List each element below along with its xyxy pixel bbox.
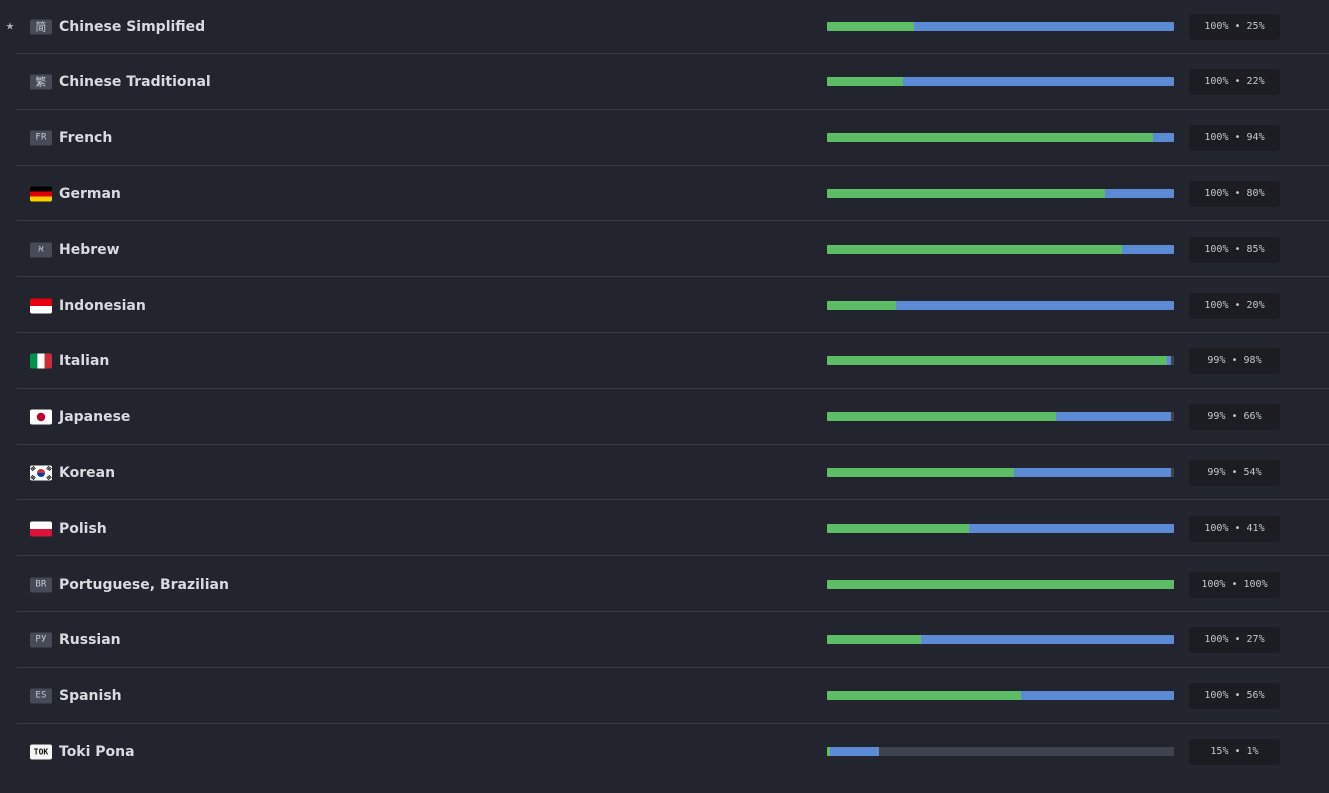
language-code-badge: РУ <box>30 632 52 648</box>
language-code-badge: BR <box>30 577 52 592</box>
language-row[interactable]: Italian 99% • 98% <box>0 334 1329 389</box>
star-icon: ★ <box>5 21 15 32</box>
progress-bar <box>827 188 1174 198</box>
progress-stat: 100% • 25% <box>1189 13 1280 40</box>
language-name[interactable]: Hebrew <box>59 242 120 258</box>
language-row[interactable]: 繁 Chinese Traditional 100% • 22% <box>0 55 1329 110</box>
approved-progress <box>827 244 1122 254</box>
progress-stat: 100% • 94% <box>1189 125 1280 152</box>
germany-flag-icon <box>30 186 52 202</box>
indonesia-flag-icon <box>30 298 52 313</box>
language-name[interactable]: Polish <box>59 521 107 537</box>
approved-progress <box>827 412 1057 422</box>
approved-progress <box>827 300 897 310</box>
language-row[interactable]: TOK Toki Pona 15% • 1% <box>0 724 1329 779</box>
progress-stat: 100% • 56% <box>1189 683 1280 710</box>
progress-bar <box>827 21 1174 31</box>
language-name[interactable]: Portuguese, Brazilian <box>59 577 229 593</box>
progress-stat: 100% • 100% <box>1189 571 1280 598</box>
language-row[interactable]: Polish 100% • 41% <box>0 501 1329 557</box>
language-name[interactable]: German <box>59 186 121 202</box>
progress-stat: 100% • 85% <box>1189 236 1280 263</box>
language-code-badge: FR <box>30 130 52 146</box>
language-name[interactable]: Chinese Traditional <box>59 74 211 90</box>
approved-progress <box>827 467 1015 477</box>
approved-progress <box>827 523 970 533</box>
progress-stat: 100% • 20% <box>1189 292 1280 319</box>
progress-bar <box>827 691 1174 701</box>
language-row[interactable]: German 100% • 80% <box>0 166 1329 222</box>
language-list: ★ 简 Chinese Simplified 100% • 25% 繁 Chinese T… <box>0 0 1329 793</box>
progress-bar <box>827 77 1174 87</box>
poland-flag-icon <box>30 521 52 537</box>
progress-bar <box>827 467 1174 477</box>
approved-progress <box>827 579 1174 589</box>
language-row[interactable]: Korean 99% • 54% <box>0 445 1329 501</box>
progress-bar <box>827 356 1174 366</box>
language-row[interactable]: Japanese 99% • 66% <box>0 390 1329 445</box>
japan-flag-icon <box>30 409 52 425</box>
language-name[interactable]: Russian <box>59 632 121 648</box>
progress-stat: 100% • 41% <box>1189 515 1280 542</box>
approved-progress <box>827 77 904 87</box>
language-row[interactable]: РУ Russian 100% • 27% <box>0 613 1329 668</box>
language-name[interactable]: Italian <box>59 353 109 369</box>
language-name[interactable]: Chinese Simplified <box>59 19 205 35</box>
progress-stat: 100% • 22% <box>1189 69 1280 96</box>
progress-stat: 100% • 27% <box>1189 627 1280 654</box>
language-code-badge: א <box>30 242 52 258</box>
approved-progress <box>827 188 1105 198</box>
language-code-badge: TOK <box>30 744 52 760</box>
italy-flag-icon <box>30 353 52 369</box>
progress-bar <box>827 133 1174 143</box>
language-row[interactable]: ES Spanish 100% • 56% <box>0 669 1329 724</box>
progress-bar <box>827 635 1174 645</box>
language-name[interactable]: Korean <box>59 465 115 481</box>
language-name[interactable]: Toki Pona <box>59 744 135 760</box>
progress-bar <box>827 244 1174 254</box>
approved-progress <box>827 356 1168 366</box>
language-code-badge: ES <box>30 688 52 704</box>
progress-bar <box>827 746 1174 756</box>
progress-stat: 99% • 66% <box>1189 404 1280 431</box>
language-row[interactable]: Indonesian 100% • 20% <box>0 278 1329 333</box>
language-code-badge: 简 <box>30 19 52 34</box>
language-name[interactable]: Spanish <box>59 688 122 704</box>
progress-bar <box>827 523 1174 533</box>
progress-stat: 100% • 80% <box>1189 180 1280 207</box>
language-row[interactable]: BR Portuguese, Brazilian 100% • 100% <box>0 557 1329 612</box>
language-row[interactable]: ★ 简 Chinese Simplified 100% • 25% <box>0 0 1329 54</box>
approved-progress <box>827 746 831 756</box>
language-row[interactable]: א Hebrew 100% • 85% <box>0 222 1329 278</box>
progress-bar <box>827 412 1174 422</box>
language-name[interactable]: Indonesian <box>59 298 146 314</box>
approved-progress <box>827 133 1154 143</box>
progress-stat: 15% • 1% <box>1189 738 1280 765</box>
language-code-badge: 繁 <box>30 74 52 90</box>
progress-bar <box>827 579 1174 589</box>
approved-progress <box>827 21 914 31</box>
korea-flag-icon <box>30 465 52 481</box>
translated-progress <box>827 746 880 756</box>
language-row[interactable]: FR French 100% • 94% <box>0 111 1329 166</box>
progress-stat: 99% • 98% <box>1189 348 1280 375</box>
progress-stat: 99% • 54% <box>1189 459 1280 486</box>
approved-progress <box>827 635 921 645</box>
approved-progress <box>827 691 1022 701</box>
language-name[interactable]: French <box>59 130 112 146</box>
language-name[interactable]: Japanese <box>59 409 130 425</box>
progress-bar <box>827 300 1174 310</box>
